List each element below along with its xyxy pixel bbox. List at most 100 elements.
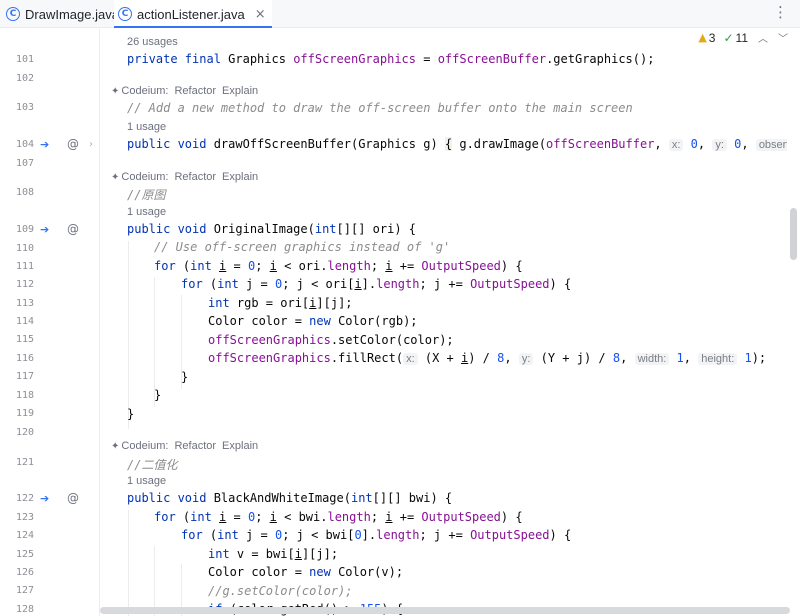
code-token: ]. xyxy=(361,528,377,542)
codeium-label: Codeium: xyxy=(121,440,169,452)
code-token: int xyxy=(190,510,220,524)
codeium-lens: ✦ Codeium: Refactor Explain xyxy=(111,171,264,183)
sparkle-icon: ✦ xyxy=(111,171,120,183)
usages-hint[interactable]: 26 usages xyxy=(127,36,178,48)
java-class-icon: C xyxy=(118,7,132,21)
code-token: int xyxy=(314,222,337,236)
editor-gutter: 101 102 103 104 107 108 109 110 111 112 … xyxy=(0,29,100,616)
code-token: OutputSpeed xyxy=(421,510,501,524)
line-number: 107 xyxy=(15,158,34,169)
code-token: int xyxy=(208,547,237,561)
code-token: Color(v); xyxy=(338,565,404,579)
vertical-scrollbar[interactable] xyxy=(790,208,797,260)
param-hint: y: xyxy=(518,353,534,365)
line-number: 124 xyxy=(15,530,34,541)
code-token: ; j += xyxy=(419,528,471,542)
chevron-up-icon[interactable]: ︿ xyxy=(758,30,768,45)
code-token: [][] bwi) { xyxy=(372,491,453,505)
line-number: 128 xyxy=(15,604,34,615)
code-token: i xyxy=(269,259,277,273)
code-line-121: //二值化 xyxy=(127,458,178,472)
tab-actionlistener[interactable]: C actionListener.java × xyxy=(114,0,272,28)
implementation-arrow-icon[interactable]: ➔ xyxy=(40,223,49,236)
line-number: 127 xyxy=(15,585,34,596)
explain-link[interactable]: Explain xyxy=(222,440,258,452)
annotation-icon[interactable]: @ xyxy=(67,222,79,236)
code-token: int xyxy=(217,528,247,542)
line-number: 111 xyxy=(15,261,34,272)
usages-hint[interactable]: 1 usage xyxy=(127,121,166,133)
code-token: (Y + j) / xyxy=(533,351,613,365)
indent-guide xyxy=(128,241,129,429)
codeium-label: Codeium: xyxy=(121,171,169,183)
refactor-link[interactable]: Refactor xyxy=(174,85,216,97)
tab-drawimage[interactable]: C DrawImage.java xyxy=(6,0,119,28)
code-token: .getGraphics(); xyxy=(546,52,655,66)
codeium-lens: ✦ Codeium: Refactor Explain xyxy=(111,85,264,97)
chevron-right-icon[interactable]: › xyxy=(89,139,93,150)
code-line-109: public void OriginalImage(int[][] ori) { xyxy=(127,222,416,236)
line-number: 122 xyxy=(15,493,34,504)
close-icon[interactable]: × xyxy=(255,7,266,22)
horizontal-scrollbar[interactable] xyxy=(100,607,790,614)
code-token: length xyxy=(376,277,420,291)
code-line-126: Color color = new Color(v); xyxy=(208,565,403,579)
code-token: public void xyxy=(127,137,214,151)
explain-link[interactable]: Explain xyxy=(222,85,258,97)
code-token: ; xyxy=(255,510,270,524)
code-token: Color color = xyxy=(208,565,310,579)
tab-label: actionListener.java xyxy=(137,6,245,22)
code-token: int xyxy=(217,277,247,291)
chevron-down-icon[interactable]: ﹀ xyxy=(778,30,788,45)
code-token: for xyxy=(154,259,183,273)
line-number: 114 xyxy=(15,316,34,327)
usages-hint[interactable]: 1 usage xyxy=(127,206,166,218)
refactor-link[interactable]: Refactor xyxy=(174,440,216,452)
code-token: ) { xyxy=(549,277,572,291)
code-token: Color(rgb); xyxy=(338,314,418,328)
code-line-103: // Add a new method to draw the off-scre… xyxy=(127,101,633,115)
param-hint: observer: xyxy=(755,139,787,151)
code-token: v = bwi[ xyxy=(236,547,295,561)
code-token: offScreenGraphics xyxy=(293,52,417,66)
code-token: 0 xyxy=(683,137,698,151)
refactor-link[interactable]: Refactor xyxy=(174,171,216,183)
code-token: += xyxy=(392,510,422,524)
code-token: OutputSpeed xyxy=(470,277,550,291)
java-class-icon: C xyxy=(6,7,20,21)
code-token: offScreenBuffer xyxy=(437,52,547,66)
code-token: , xyxy=(654,137,669,151)
line-number: 104 xyxy=(15,139,34,150)
param-hint: width: xyxy=(634,353,670,365)
code-token: ]. xyxy=(361,277,377,291)
inspection-widget[interactable]: ▲ 3 ✓ 11 ︿ ﹀ xyxy=(694,30,788,45)
warning-count: 3 xyxy=(708,30,716,45)
code-line-127: //g.setColor(color); xyxy=(208,584,353,598)
code-line-118: } xyxy=(154,388,162,402)
code-token: length xyxy=(376,528,420,542)
indent-guide xyxy=(154,546,155,616)
implementation-arrow-icon[interactable]: ➔ xyxy=(40,492,49,505)
explain-link[interactable]: Explain xyxy=(222,171,258,183)
line-number: 120 xyxy=(15,427,34,438)
check-count: 11 xyxy=(735,30,748,45)
code-token: rgb = ori[ xyxy=(236,296,310,310)
code-token: OutputSpeed xyxy=(421,259,501,273)
line-number: 101 xyxy=(15,54,34,65)
line-number: 102 xyxy=(15,73,34,84)
implementation-arrow-icon[interactable]: ➔ xyxy=(40,138,49,151)
usages-hint[interactable]: 1 usage xyxy=(127,475,166,487)
code-editor[interactable]: 26 usages private final Graphics offScre… xyxy=(101,29,787,616)
more-vertical-icon[interactable]: ⋮ xyxy=(773,3,788,21)
code-token: j = xyxy=(246,277,275,291)
code-token: 1 xyxy=(669,351,684,365)
annotation-icon[interactable]: @ xyxy=(67,137,79,151)
param-hint: x: xyxy=(403,353,418,365)
code-token: ) { xyxy=(549,528,572,542)
code-line-117: } xyxy=(181,370,189,384)
code-token: new xyxy=(309,565,339,579)
annotation-icon[interactable]: @ xyxy=(67,491,79,505)
code-token: = xyxy=(226,510,248,524)
code-token: i xyxy=(294,547,302,561)
codeium-lens: ✦ Codeium: Refactor Explain xyxy=(111,440,264,452)
